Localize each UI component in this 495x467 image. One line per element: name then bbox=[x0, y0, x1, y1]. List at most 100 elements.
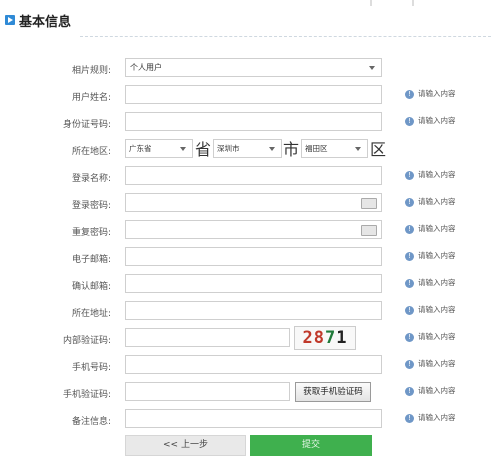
district-select[interactable]: 福田区 bbox=[301, 139, 368, 158]
hint: ! 请输入内容 bbox=[405, 250, 456, 261]
info-icon: ! bbox=[405, 251, 414, 261]
login-password-input[interactable] bbox=[125, 193, 382, 212]
info-icon: ! bbox=[405, 332, 414, 342]
username-label: 用户姓名: bbox=[71, 93, 111, 103]
get-sms-code-button[interactable]: 获取手机验证码 bbox=[295, 382, 371, 402]
form-row-phone: 手机号码: ! 请输入内容 bbox=[0, 355, 495, 375]
info-icon: ! bbox=[405, 359, 414, 369]
form-row-captcha: 内部验证码: 2871 ! 请输入内容 bbox=[0, 326, 495, 350]
login-password-label: 登录密码: bbox=[71, 201, 111, 211]
notes-label: 备注信息: bbox=[71, 417, 111, 427]
form-row-login-name: 登录名称: ! 请输入内容 bbox=[0, 166, 495, 186]
hint: ! 请输入内容 bbox=[405, 88, 456, 99]
hint-text: 请输入内容 bbox=[418, 116, 456, 125]
province-value: 广东省 bbox=[129, 144, 152, 153]
hint: ! 请输入内容 bbox=[405, 358, 456, 369]
hint-text: 请输入内容 bbox=[418, 89, 456, 98]
hint-text: 请输入内容 bbox=[418, 332, 456, 341]
city-suffix: 市 bbox=[283, 140, 300, 159]
hint: ! 请输入内容 bbox=[405, 412, 456, 423]
confirm-email-input[interactable] bbox=[125, 274, 382, 293]
form-row-photo-rule: 相片规则: 个人用户 bbox=[0, 58, 495, 78]
captcha-char: 7 bbox=[325, 328, 337, 348]
info-icon: ! bbox=[405, 116, 414, 126]
captcha-char: 2 bbox=[302, 328, 314, 348]
login-name-label: 登录名称: bbox=[71, 174, 111, 184]
photo-rule-label: 相片规则: bbox=[71, 66, 111, 76]
info-icon: ! bbox=[405, 386, 414, 396]
hint: ! 请输入内容 bbox=[405, 331, 456, 342]
region-label: 所在地区: bbox=[71, 147, 111, 157]
district-suffix: 区 bbox=[370, 140, 387, 159]
captcha-char: 1 bbox=[336, 328, 348, 348]
hint-text: 请输入内容 bbox=[418, 305, 456, 314]
chevron-down-icon bbox=[269, 147, 275, 151]
photo-rule-value: 个人用户 bbox=[130, 63, 162, 72]
hint-text: 请输入内容 bbox=[418, 413, 456, 422]
address-input[interactable] bbox=[125, 301, 382, 320]
photo-rule-select[interactable]: 个人用户 bbox=[125, 58, 382, 77]
keyboard-icon[interactable] bbox=[361, 198, 377, 209]
province-suffix: 省 bbox=[195, 140, 212, 159]
repeat-password-input[interactable] bbox=[125, 220, 382, 239]
form-row-email: 电子邮箱: ! 请输入内容 bbox=[0, 247, 495, 267]
captcha-char: 8 bbox=[313, 328, 325, 348]
section-header: 基本信息 bbox=[0, 0, 495, 40]
form-row-notes: 备注信息: ! 请输入内容 bbox=[0, 409, 495, 429]
hint-text: 请输入内容 bbox=[418, 251, 456, 260]
email-input[interactable] bbox=[125, 247, 382, 266]
confirm-email-label: 确认邮箱: bbox=[71, 282, 111, 292]
hint: ! 请输入内容 bbox=[405, 304, 456, 315]
info-icon: ! bbox=[405, 305, 414, 315]
phone-label: 手机号码: bbox=[71, 363, 111, 373]
form-row-phone-code: 手机验证码: 获取手机验证码 ! 请输入内容 bbox=[0, 382, 495, 402]
province-select[interactable]: 广东省 bbox=[125, 139, 193, 158]
login-name-input[interactable] bbox=[125, 166, 382, 185]
captcha-image[interactable]: 2871 bbox=[294, 326, 356, 350]
repeat-password-label: 重复密码: bbox=[71, 228, 111, 238]
id-number-input[interactable] bbox=[125, 112, 382, 131]
hint-text: 请输入内容 bbox=[418, 170, 456, 179]
hint-text: 请输入内容 bbox=[418, 197, 456, 206]
section-marker-icon bbox=[5, 15, 15, 25]
hint-text: 请输入内容 bbox=[418, 386, 456, 395]
chevron-down-icon bbox=[369, 66, 375, 70]
info-icon: ! bbox=[405, 278, 414, 288]
phone-input[interactable] bbox=[125, 355, 382, 374]
notes-input[interactable] bbox=[125, 409, 382, 428]
hint-text: 请输入内容 bbox=[418, 278, 456, 287]
keyboard-icon[interactable] bbox=[361, 225, 377, 236]
form-row-confirm-email: 确认邮箱: ! 请输入内容 bbox=[0, 274, 495, 294]
form-row-login-password: 登录密码: ! 请输入内容 bbox=[0, 193, 495, 213]
phone-code-label: 手机验证码: bbox=[62, 390, 111, 400]
hint: ! 请输入内容 bbox=[405, 277, 456, 288]
hint: ! 请输入内容 bbox=[405, 385, 456, 396]
form-row-address: 所在地址: ! 请输入内容 bbox=[0, 301, 495, 321]
form-row-repeat-password: 重复密码: ! 请输入内容 bbox=[0, 220, 495, 240]
form-row-username: 用户姓名: ! 请输入内容 bbox=[0, 85, 495, 105]
info-icon: ! bbox=[405, 89, 414, 99]
district-value: 福田区 bbox=[305, 144, 328, 153]
header-divider bbox=[80, 36, 491, 37]
section-title: 基本信息 bbox=[19, 15, 72, 30]
chevron-down-icon bbox=[355, 147, 361, 151]
city-value: 深圳市 bbox=[217, 144, 240, 153]
hint-text: 请输入内容 bbox=[418, 359, 456, 368]
info-icon: ! bbox=[405, 170, 414, 180]
hint: ! 请输入内容 bbox=[405, 223, 456, 234]
hint: ! 请输入内容 bbox=[405, 115, 456, 126]
city-select[interactable]: 深圳市 bbox=[213, 139, 282, 158]
info-icon: ! bbox=[405, 413, 414, 423]
captcha-input[interactable] bbox=[125, 328, 290, 347]
form-row-region: 所在地区: 广东省 省 深圳市 市 福田区 区 bbox=[0, 139, 495, 159]
phone-code-input[interactable] bbox=[125, 382, 290, 401]
submit-button[interactable]: 提交 bbox=[250, 435, 372, 456]
address-label: 所在地址: bbox=[71, 309, 111, 319]
hint-text: 请输入内容 bbox=[418, 224, 456, 233]
form-row-id-number: 身份证号码: ! 请输入内容 bbox=[0, 112, 495, 132]
hint: ! 请输入内容 bbox=[405, 196, 456, 207]
captcha-label: 内部验证码: bbox=[62, 336, 111, 346]
email-label: 电子邮箱: bbox=[71, 255, 111, 265]
prev-step-button[interactable]: << 上一步 bbox=[125, 435, 246, 456]
username-input[interactable] bbox=[125, 85, 382, 104]
